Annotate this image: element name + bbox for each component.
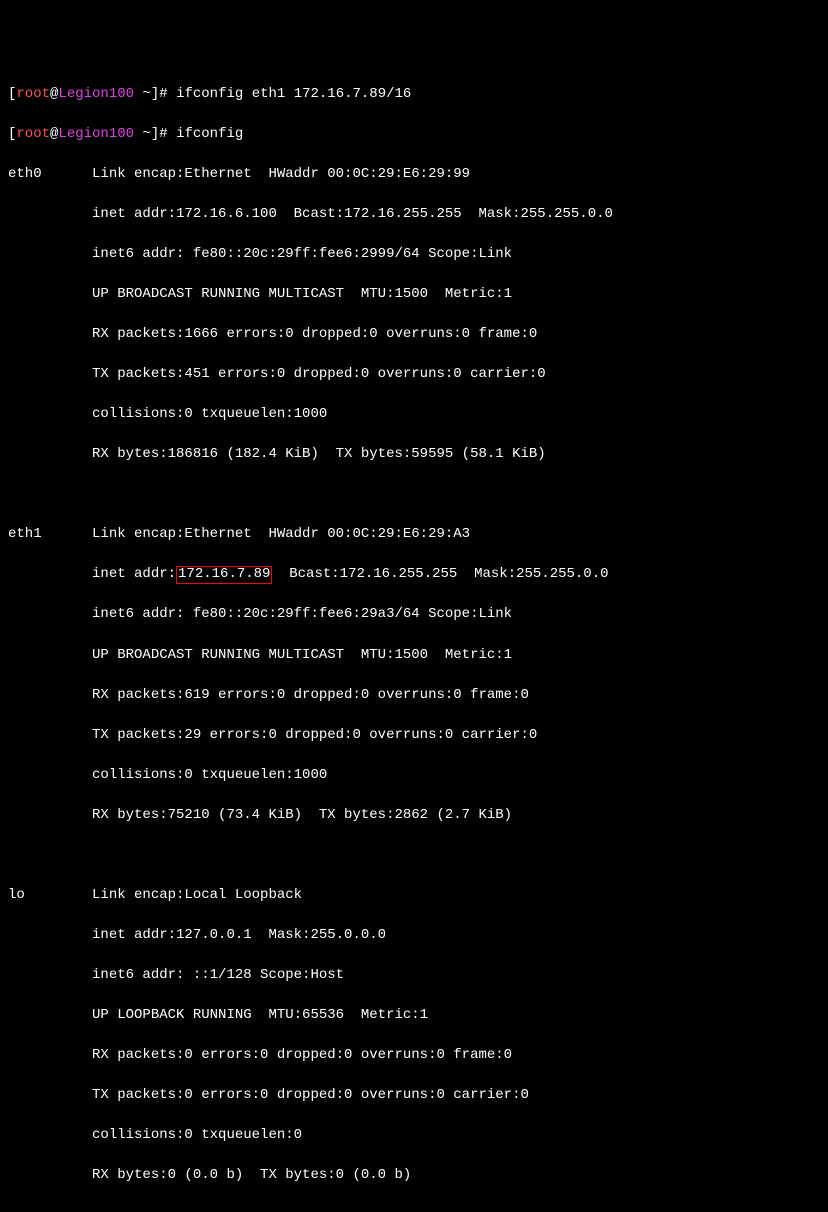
indent	[8, 727, 92, 743]
prompt-hash: #	[159, 86, 176, 102]
lo-line-inet: inet addr:127.0.0.1 Mask:255.0.0.0	[8, 925, 820, 945]
lo-line-up: UP LOOPBACK RUNNING MTU:65536 Metric:1	[8, 1005, 820, 1025]
lo-line-link: lo Link encap:Local Loopback	[8, 885, 820, 905]
lo-up: UP LOOPBACK RUNNING MTU:65536 Metric:1	[92, 1007, 428, 1023]
lo-line-rxp: RX packets:0 errors:0 dropped:0 overruns…	[8, 1045, 820, 1065]
eth1-line-link: eth1 Link encap:Ethernet HWaddr 00:0C:29…	[8, 524, 820, 544]
eth1-line-rxb: RX bytes:75210 (73.4 KiB) TX bytes:2862 …	[8, 805, 820, 825]
lo-line-rxb: RX bytes:0 (0.0 b) TX bytes:0 (0.0 b)	[8, 1165, 820, 1185]
indent	[8, 807, 92, 823]
eth0-up: UP BROADCAST RUNNING MULTICAST MTU:1500 …	[92, 286, 512, 302]
lo-col: collisions:0 txqueuelen:0	[92, 1127, 302, 1143]
eth1-line-col: collisions:0 txqueuelen:1000	[8, 765, 820, 785]
prompt-hash: #	[159, 126, 176, 142]
iface-name: lo	[8, 887, 92, 903]
indent	[8, 767, 92, 783]
lo-line-col: collisions:0 txqueuelen:0	[8, 1125, 820, 1145]
prompt-user: root	[16, 126, 50, 142]
lo-rxb: RX bytes:0 (0.0 b) TX bytes:0 (0.0 b)	[92, 1167, 411, 1183]
indent	[8, 406, 92, 422]
lo-line-inet6: inet6 addr: ::1/128 Scope:Host	[8, 965, 820, 985]
eth0-inet: inet addr:172.16.6.100 Bcast:172.16.255.…	[92, 206, 613, 222]
eth1-txp: TX packets:29 errors:0 dropped:0 overrun…	[92, 727, 537, 743]
eth0-line-up: UP BROADCAST RUNNING MULTICAST MTU:1500 …	[8, 284, 820, 304]
lo-txp: TX packets:0 errors:0 dropped:0 overruns…	[92, 1087, 529, 1103]
bracket-close: ]	[151, 86, 159, 102]
command-1: ifconfig eth1 172.16.7.89/16	[176, 86, 411, 102]
blank-line	[8, 1205, 820, 1212]
prompt-dir: ~	[134, 126, 151, 142]
lo-inet: inet addr:127.0.0.1 Mask:255.0.0.0	[92, 927, 386, 943]
eth1-line-rxp: RX packets:619 errors:0 dropped:0 overru…	[8, 685, 820, 705]
prompt-host: Legion100	[58, 86, 134, 102]
eth0-col: collisions:0 txqueuelen:1000	[92, 406, 327, 422]
eth1-inet6: inet6 addr: fe80::20c:29ff:fee6:29a3/64 …	[92, 606, 512, 622]
eth0-line-rxb: RX bytes:186816 (182.4 KiB) TX bytes:595…	[8, 444, 820, 464]
indent	[8, 647, 92, 663]
bracket-close: ]	[151, 126, 159, 142]
eth0-line-txp: TX packets:451 errors:0 dropped:0 overru…	[8, 364, 820, 384]
eth1-inet-suffix: Bcast:172.16.255.255 Mask:255.255.0.0	[272, 566, 608, 582]
prompt-dir: ~	[134, 86, 151, 102]
prompt-user: root	[16, 86, 50, 102]
eth0-line-rxp: RX packets:1666 errors:0 dropped:0 overr…	[8, 324, 820, 344]
indent	[8, 1007, 92, 1023]
prompt-host: Legion100	[58, 126, 134, 142]
indent	[8, 967, 92, 983]
eth1-line-inet6: inet6 addr: fe80::20c:29ff:fee6:29a3/64 …	[8, 604, 820, 624]
eth1-rxp: RX packets:619 errors:0 dropped:0 overru…	[92, 687, 529, 703]
prompt-line-2: [root@Legion100 ~]# ifconfig	[8, 124, 820, 144]
indent	[8, 1167, 92, 1183]
indent	[8, 206, 92, 222]
eth1-col: collisions:0 txqueuelen:1000	[92, 767, 327, 783]
indent	[8, 366, 92, 382]
iface-name: eth1	[8, 526, 92, 542]
indent	[8, 927, 92, 943]
highlighted-ip: 172.16.7.89	[176, 566, 272, 583]
indent	[8, 446, 92, 462]
eth0-rxp: RX packets:1666 errors:0 dropped:0 overr…	[92, 326, 537, 342]
lo-rxp: RX packets:0 errors:0 dropped:0 overruns…	[92, 1047, 512, 1063]
eth0-line-inet6: inet6 addr: fe80::20c:29ff:fee6:2999/64 …	[8, 244, 820, 264]
indent	[8, 286, 92, 302]
eth1-line-txp: TX packets:29 errors:0 dropped:0 overrun…	[8, 725, 820, 745]
eth1-up: UP BROADCAST RUNNING MULTICAST MTU:1500 …	[92, 647, 512, 663]
lo-inet6: inet6 addr: ::1/128 Scope:Host	[92, 967, 344, 983]
indent	[8, 1047, 92, 1063]
indent	[8, 566, 92, 582]
eth0-rxb: RX bytes:186816 (182.4 KiB) TX bytes:595…	[92, 446, 546, 462]
blank-line	[8, 845, 820, 865]
lo-link: Link encap:Local Loopback	[92, 887, 302, 903]
eth1-rxb: RX bytes:75210 (73.4 KiB) TX bytes:2862 …	[92, 807, 512, 823]
eth0-txp: TX packets:451 errors:0 dropped:0 overru…	[92, 366, 546, 382]
eth0-line-link: eth0 Link encap:Ethernet HWaddr 00:0C:29…	[8, 164, 820, 184]
blank-line	[8, 484, 820, 504]
eth1-link: Link encap:Ethernet HWaddr 00:0C:29:E6:2…	[92, 526, 470, 542]
indent	[8, 687, 92, 703]
eth1-line-inet: inet addr:172.16.7.89 Bcast:172.16.255.2…	[8, 564, 820, 584]
prompt-line-1: [root@Legion100 ~]# ifconfig eth1 172.16…	[8, 84, 820, 104]
command-2: ifconfig	[176, 126, 243, 142]
eth0-inet6: inet6 addr: fe80::20c:29ff:fee6:2999/64 …	[92, 246, 512, 262]
indent	[8, 1087, 92, 1103]
eth1-line-up: UP BROADCAST RUNNING MULTICAST MTU:1500 …	[8, 645, 820, 665]
indent	[8, 606, 92, 622]
indent	[8, 246, 92, 262]
indent	[8, 326, 92, 342]
eth1-inet-prefix: inet addr:	[92, 566, 176, 582]
eth0-link: Link encap:Ethernet HWaddr 00:0C:29:E6:2…	[92, 166, 470, 182]
lo-line-txp: TX packets:0 errors:0 dropped:0 overruns…	[8, 1085, 820, 1105]
eth0-line-inet: inet addr:172.16.6.100 Bcast:172.16.255.…	[8, 204, 820, 224]
iface-name: eth0	[8, 166, 92, 182]
eth0-line-col: collisions:0 txqueuelen:1000	[8, 404, 820, 424]
indent	[8, 1127, 92, 1143]
